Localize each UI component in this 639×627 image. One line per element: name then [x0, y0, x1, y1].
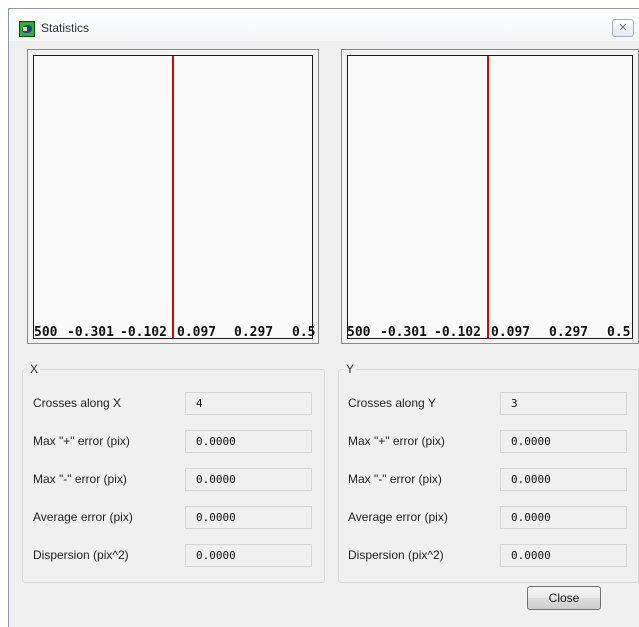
x-tick-label: -0.301: [67, 325, 114, 340]
x-error-plot: 500 -0.301 -0.102 0.097 0.297 0.5: [27, 49, 319, 344]
y-plot-tick-labels: 500 -0.301 -0.102 0.097 0.297 0.5: [342, 323, 638, 343]
max-plus-error-x-field[interactable]: 0.0000: [185, 430, 312, 453]
y-tick-label: 0.297: [549, 325, 589, 340]
max-minus-error-x-field[interactable]: 0.0000: [185, 468, 312, 491]
crosses-x-label: Crosses along X: [33, 396, 122, 410]
x-tick-label: 500: [34, 325, 58, 340]
y-tick-label: -0.301: [380, 325, 427, 340]
x-plot-marker-line: [172, 56, 174, 338]
title-bar[interactable]: Statistics ✕: [9, 9, 639, 41]
max-plus-error-x-label: Max "+" error (pix): [33, 434, 130, 448]
y-plot-marker-line: [487, 56, 489, 338]
max-minus-error-y-label: Max "-" error (pix): [348, 472, 442, 486]
y-plot-area: [347, 55, 633, 339]
y-tick-label: 500: [347, 325, 371, 340]
x-plot-tick-labels: 500 -0.301 -0.102 0.097 0.297 0.5: [28, 323, 318, 343]
x-tick-label: 0.097: [177, 325, 217, 340]
y-tick-label: 0.097: [491, 325, 531, 340]
y-tick-label: 0.5: [607, 325, 631, 340]
max-plus-error-y-field[interactable]: 0.0000: [500, 430, 627, 453]
y-tick-label: -0.102: [434, 325, 481, 340]
dispersion-x-label: Dispersion (pix^2): [33, 548, 129, 562]
dispersion-y-label: Dispersion (pix^2): [348, 548, 444, 562]
average-error-y-label: Average error (pix): [348, 510, 448, 524]
max-minus-error-x-label: Max "-" error (pix): [33, 472, 127, 486]
crosses-y-field[interactable]: 3: [500, 392, 627, 415]
crosses-x-field[interactable]: 4: [185, 392, 312, 415]
close-icon[interactable]: ✕: [612, 19, 634, 37]
app-statistics-icon: [19, 21, 35, 37]
x-plot-area: [33, 55, 313, 339]
crosses-y-label: Crosses along Y: [348, 396, 436, 410]
average-error-x-label: Average error (pix): [33, 510, 133, 524]
dispersion-y-field[interactable]: 0.0000: [500, 544, 627, 567]
x-tick-label: 0.5: [292, 325, 316, 340]
dispersion-x-field[interactable]: 0.0000: [185, 544, 312, 567]
x-tick-label: -0.102: [120, 325, 167, 340]
x-group-title: X: [28, 362, 41, 376]
window-title: Statistics: [41, 21, 90, 35]
average-error-y-field[interactable]: 0.0000: [500, 506, 627, 529]
max-minus-error-y-field[interactable]: 0.0000: [500, 468, 627, 491]
y-group-title: Y: [344, 362, 357, 376]
x-tick-label: 0.297: [234, 325, 274, 340]
close-button[interactable]: Close: [527, 586, 601, 610]
average-error-x-field[interactable]: 0.0000: [185, 506, 312, 529]
y-error-plot: 500 -0.301 -0.102 0.097 0.297 0.5: [341, 49, 639, 344]
max-plus-error-y-label: Max "+" error (pix): [348, 434, 445, 448]
